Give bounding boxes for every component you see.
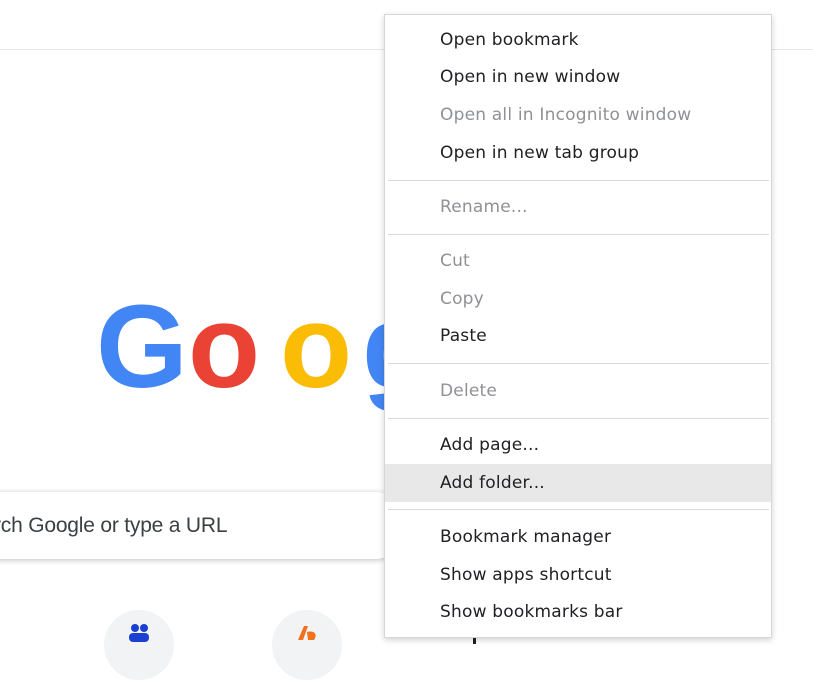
menu-separator bbox=[388, 234, 769, 235]
logo-letter-o2: o bbox=[280, 290, 353, 410]
logo-letter-o1: o bbox=[188, 290, 261, 410]
menu-item-label: Paste bbox=[440, 326, 487, 346]
menu-item-bookmark-manager[interactable]: Bookmark manager bbox=[385, 519, 771, 555]
menu-item-add-page[interactable]: Add page... bbox=[385, 427, 771, 463]
menu-item-label: Add folder... bbox=[440, 473, 545, 493]
menu-item-label: Copy bbox=[440, 289, 484, 309]
menu-item-cut: Cut bbox=[385, 243, 771, 279]
bookmark-context-menu: Open bookmark Open in new window Open al… bbox=[384, 14, 772, 638]
logo-letter-g1: G bbox=[96, 290, 188, 410]
menu-item-label: Cut bbox=[440, 251, 470, 271]
menu-item-label: Show apps shortcut bbox=[440, 565, 612, 585]
menu-item-add-folder[interactable]: Add folder... bbox=[385, 464, 771, 502]
menu-item-rename: Rename... bbox=[385, 189, 771, 225]
menu-item-open-bookmark[interactable]: Open bookmark bbox=[385, 22, 771, 58]
search-box[interactable]: rch Google or type a URL bbox=[0, 492, 400, 559]
menu-item-label: Delete bbox=[440, 381, 498, 401]
menu-item-open-new-window[interactable]: Open in new window bbox=[385, 59, 771, 95]
menu-item-show-bookmarks-bar[interactable]: Show bookmarks bar bbox=[385, 594, 771, 630]
menu-item-label: Open in new tab group bbox=[440, 143, 640, 163]
search-placeholder: rch Google or type a URL bbox=[0, 514, 228, 537]
brand-icon bbox=[272, 622, 342, 650]
menu-item-label: Rename... bbox=[440, 197, 528, 217]
menu-item-show-apps-shortcut[interactable]: Show apps shortcut bbox=[385, 557, 771, 593]
people-icon bbox=[104, 622, 174, 650]
shortcut-tile-2[interactable] bbox=[272, 610, 342, 680]
menu-item-label: Open bookmark bbox=[440, 30, 579, 50]
menu-separator bbox=[388, 363, 769, 364]
menu-item-label: Open all in Incognito window bbox=[440, 105, 692, 125]
menu-item-label: Open in new window bbox=[440, 67, 621, 87]
menu-item-paste[interactable]: Paste bbox=[385, 318, 771, 354]
menu-item-label: Show bookmarks bar bbox=[440, 602, 623, 622]
menu-separator bbox=[388, 418, 769, 419]
google-logo: G o o g bbox=[96, 290, 396, 410]
menu-item-open-all-incognito: Open all in Incognito window bbox=[385, 97, 771, 133]
menu-item-open-new-tab-group[interactable]: Open in new tab group bbox=[385, 135, 771, 171]
shortcut-tile-1[interactable] bbox=[104, 610, 174, 680]
menu-separator bbox=[388, 180, 769, 181]
menu-item-label: Bookmark manager bbox=[440, 527, 612, 547]
menu-separator bbox=[388, 509, 769, 510]
menu-item-copy: Copy bbox=[385, 281, 771, 317]
menu-item-delete: Delete bbox=[385, 373, 771, 409]
menu-item-label: Add page... bbox=[440, 435, 540, 455]
